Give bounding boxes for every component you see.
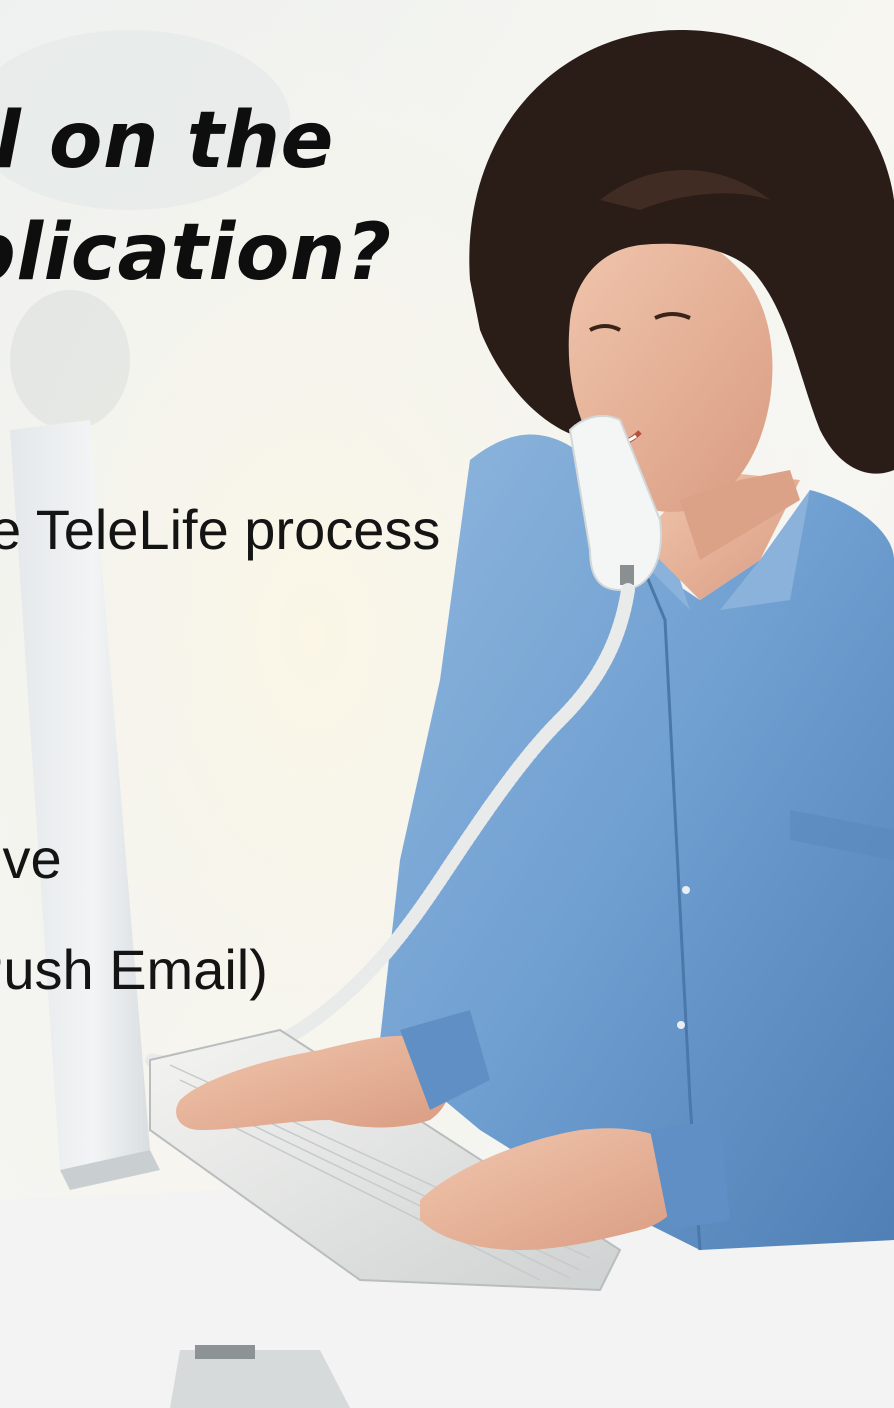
bullet-text-3: Push Email)	[0, 938, 268, 1001]
bullet-text-1: e TeleLife process	[0, 498, 441, 561]
bullet-text-2: ive	[0, 827, 62, 890]
slide-title-line-1: l on the	[0, 96, 334, 186]
slide: l on the plication? e TeleLife process i…	[0, 0, 894, 1408]
slide-title-line-2: plication?	[0, 208, 392, 298]
